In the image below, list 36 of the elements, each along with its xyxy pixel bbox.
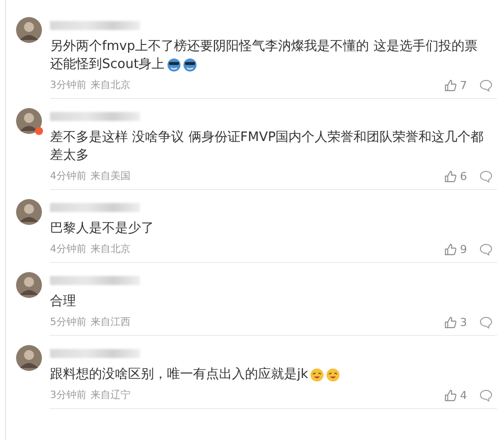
avatar[interactable]: [16, 199, 42, 225]
comment-icon[interactable]: [479, 78, 493, 92]
comment-location: 来自江西: [90, 316, 130, 329]
comment-location: 来自美国: [90, 170, 130, 183]
comment-text: 巴黎人是不是少了: [50, 220, 154, 238]
comment-icon[interactable]: [479, 242, 493, 256]
like-button[interactable]: 3: [444, 316, 467, 328]
comment-time: 5分钟前: [50, 316, 86, 329]
comment-text: 跟料想的没啥区别，唯一有点出入的应就是jk: [50, 366, 308, 384]
comment-time: 3分钟前: [50, 78, 86, 92]
avatar[interactable]: [16, 17, 42, 43]
comment-location: 来自辽宁: [90, 388, 130, 402]
avatar[interactable]: [16, 345, 42, 371]
comment-text: 差不多是这样 没啥争议 俩身份证FMVP国内个人荣誉和团队荣誉和这几个都: [50, 129, 484, 147]
comment-time: 4分钟前: [50, 242, 86, 256]
avatar[interactable]: [16, 272, 42, 298]
comment-location: 来自北京: [90, 78, 130, 92]
like-button[interactable]: 4: [444, 388, 467, 402]
like-button[interactable]: 9: [444, 242, 467, 256]
sunglasses-emoji-icon: [166, 58, 181, 72]
like-button[interactable]: 7: [444, 78, 467, 92]
comment-time: 3分钟前: [50, 388, 86, 402]
avatar[interactable]: [16, 108, 42, 134]
comment-text: 另外两个fmvp上不了榜还要阴阳怪气李汭燦我是不懂的 这是选手们投的票: [50, 38, 478, 56]
comment-icon[interactable]: [479, 170, 493, 182]
comment-icon[interactable]: [479, 388, 493, 402]
comment-time: 4分钟前: [50, 170, 86, 183]
comment-location: 来自北京: [90, 242, 130, 256]
grin-emoji-icon: [310, 368, 324, 382]
like-button[interactable]: 6: [444, 170, 467, 182]
comment-text: 差太多: [50, 147, 89, 165]
comment-icon[interactable]: [479, 316, 493, 328]
comment-text: 合理: [50, 293, 76, 311]
comment-text: 还能怪到Scout身上: [50, 56, 165, 74]
grin-emoji-icon: [326, 368, 340, 382]
sunglasses-emoji-icon: [182, 58, 197, 72]
